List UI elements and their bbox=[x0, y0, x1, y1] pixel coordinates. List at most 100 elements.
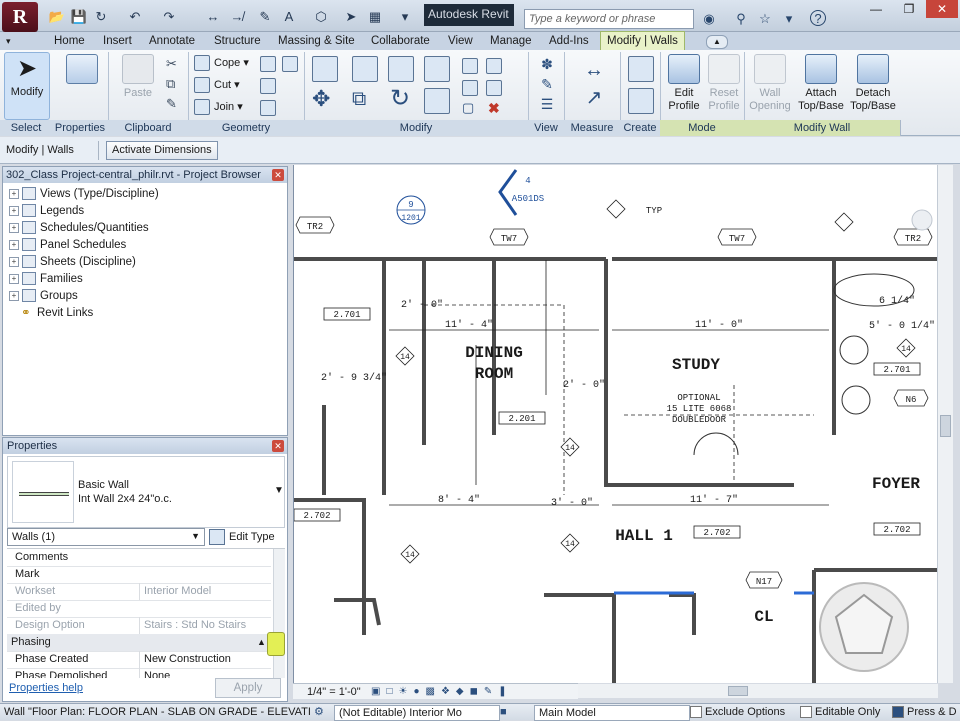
wall-joins-icon[interactable] bbox=[260, 78, 276, 94]
tab-collaborate[interactable]: Collaborate bbox=[371, 32, 430, 50]
type-selector[interactable]: Basic Wall Int Wall 2x4 24"o.c. ▼ bbox=[7, 456, 285, 528]
panel-title-clipboard[interactable]: Clipboard bbox=[108, 120, 189, 136]
mirror-draw-axis-icon[interactable] bbox=[424, 56, 450, 82]
mirror-pick-axis-icon[interactable] bbox=[388, 56, 414, 82]
panel-title-create[interactable]: Create bbox=[620, 120, 661, 136]
drawing-area[interactable]: DINING ROOM STUDY HALL 1 FOYER CL 11' - … bbox=[293, 165, 937, 683]
tab-modify-walls[interactable]: Modify | Walls bbox=[600, 31, 685, 50]
close-icon[interactable]: ✕ bbox=[272, 440, 284, 452]
redo-icon[interactable]: ↷ bbox=[160, 8, 178, 26]
steering-wheel-icon[interactable] bbox=[819, 582, 909, 672]
copy-element-icon[interactable]: ⧉ bbox=[352, 86, 366, 112]
measure-icon[interactable]: ↔ bbox=[204, 8, 222, 26]
tab-add-ins[interactable]: Add-Ins bbox=[549, 32, 589, 50]
property-row[interactable]: Workset Interior Model bbox=[7, 583, 271, 601]
view-scale[interactable]: 1/4" = 1'-0" bbox=[307, 684, 361, 700]
aligned-dim-icon[interactable]: ↗ bbox=[570, 84, 618, 112]
property-row[interactable]: Edited by bbox=[7, 600, 271, 618]
linework-icon[interactable]: ☰ bbox=[532, 94, 562, 114]
selection-filter-dropdown[interactable]: Walls (1) ▼ bbox=[7, 528, 205, 546]
create-similar-icon[interactable] bbox=[628, 56, 654, 82]
expand-icon[interactable]: + bbox=[9, 205, 19, 216]
tab-insert[interactable]: Insert bbox=[103, 32, 132, 50]
panel-title-geometry[interactable]: Geometry bbox=[188, 120, 305, 136]
delete-icon[interactable]: ✖ bbox=[488, 100, 500, 117]
array-icon[interactable] bbox=[486, 58, 502, 74]
ribbon-toggle-icon[interactable]: ▲ bbox=[706, 35, 728, 49]
exclude-options-checkbox[interactable]: Exclude Options bbox=[690, 704, 785, 720]
edit-type-button[interactable]: Edit Type bbox=[209, 528, 275, 546]
scroll-thumb[interactable] bbox=[728, 686, 748, 696]
activate-dimensions-button[interactable]: Activate Dimensions bbox=[106, 141, 218, 160]
active-design-option-dropdown[interactable]: Main Model bbox=[534, 705, 690, 721]
rotate-icon[interactable]: ↻ bbox=[390, 86, 410, 112]
switch-windows-icon[interactable]: ▦ bbox=[366, 8, 384, 26]
close-icon[interactable]: ✕ bbox=[926, 0, 958, 18]
join-button[interactable]: Join ▾ bbox=[194, 98, 243, 116]
apply-button[interactable]: Apply bbox=[215, 678, 281, 698]
expand-icon[interactable]: + bbox=[9, 239, 19, 250]
tag-icon[interactable]: ✎ bbox=[256, 8, 274, 26]
expand-icon[interactable]: + bbox=[9, 188, 19, 199]
property-row[interactable]: Design Option Stairs : Std No Stairs bbox=[7, 617, 271, 635]
chevron-down-icon[interactable]: ▼ bbox=[274, 485, 284, 496]
key-icon[interactable]: ⚲ bbox=[732, 10, 750, 28]
lightbulb-icon[interactable]: ✽ bbox=[532, 54, 562, 74]
sync-icon[interactable]: ↻ bbox=[92, 8, 110, 26]
active-workset-dropdown[interactable]: (Not Editable) Interior Mo bbox=[334, 705, 500, 721]
tree-item-schedules[interactable]: + Schedules/Quantities bbox=[9, 220, 149, 236]
cope-button[interactable]: Cope ▾ bbox=[194, 54, 249, 72]
panel-title-measure[interactable]: Measure bbox=[564, 120, 621, 136]
viewcube-icon[interactable] bbox=[911, 209, 933, 231]
property-row[interactable]: Mark bbox=[7, 566, 271, 584]
editable-only-checkbox[interactable]: Editable Only bbox=[800, 704, 880, 720]
scale-icon[interactable] bbox=[462, 80, 478, 96]
move-icon[interactable]: ✥ bbox=[312, 86, 330, 112]
star-icon[interactable]: ☆ bbox=[756, 10, 774, 28]
view-control-icons[interactable]: ▣□☀●▩❖◆◼✎❚ bbox=[371, 684, 513, 700]
expand-icon[interactable]: + bbox=[9, 290, 19, 301]
property-row[interactable]: Comments bbox=[7, 549, 271, 567]
worksets-icon[interactable]: ⚙ bbox=[314, 704, 324, 720]
expand-icon[interactable]: + bbox=[9, 273, 19, 284]
tab-annotate[interactable]: Annotate bbox=[149, 32, 195, 50]
tree-item-sheets[interactable]: + Sheets (Discipline) bbox=[9, 254, 136, 270]
trim-icon[interactable] bbox=[424, 88, 450, 114]
vertical-scrollbar[interactable] bbox=[937, 165, 953, 683]
align-icon[interactable] bbox=[312, 56, 338, 82]
panel-title-properties[interactable]: Properties bbox=[52, 120, 109, 136]
properties-button[interactable] bbox=[58, 52, 106, 118]
tab-massing-site[interactable]: Massing & Site bbox=[278, 32, 355, 50]
tree-item-views[interactable]: + Views (Type/Discipline) bbox=[9, 186, 159, 202]
edit-profile-button[interactable]: Edit Profile bbox=[664, 52, 704, 118]
press-drag-checkbox[interactable]: Press & D bbox=[892, 704, 957, 720]
tab-home[interactable]: Home bbox=[54, 32, 85, 50]
split-face-icon[interactable] bbox=[260, 56, 276, 72]
split-element-icon[interactable] bbox=[462, 58, 478, 74]
paste-button[interactable]: Paste bbox=[118, 52, 158, 118]
paint-icon[interactable] bbox=[282, 56, 298, 72]
minimize-icon[interactable]: — bbox=[860, 0, 892, 18]
pin-icon[interactable] bbox=[486, 80, 502, 96]
tree-item-families[interactable]: + Families bbox=[9, 271, 83, 287]
modify-button[interactable]: ➤ Modify bbox=[4, 52, 50, 120]
tree-item-groups[interactable]: + Groups bbox=[9, 288, 78, 304]
attach-top-base-button[interactable]: Attach Top/Base bbox=[796, 52, 846, 118]
scroll-thumb[interactable] bbox=[940, 415, 951, 437]
binoculars-icon[interactable]: ◉ bbox=[700, 10, 718, 28]
app-menu-button[interactable]: R bbox=[2, 2, 38, 32]
create-group-icon[interactable] bbox=[628, 88, 654, 114]
reset-profile-button[interactable]: Reset Profile bbox=[704, 52, 744, 118]
tree-item-panel-schedules[interactable]: + Panel Schedules bbox=[9, 237, 126, 253]
customize-toolbar-icon[interactable]: ▾ bbox=[396, 8, 414, 26]
copy-icon[interactable]: ⧉ bbox=[166, 74, 177, 94]
cut-button[interactable]: Cut ▾ bbox=[194, 76, 240, 94]
panel-title-modify-wall[interactable]: Modify Wall bbox=[744, 120, 901, 136]
offset-icon[interactable] bbox=[352, 56, 378, 82]
panel-title-modify[interactable]: Modify bbox=[304, 120, 529, 136]
collapse-icon[interactable]: ▲ bbox=[257, 634, 266, 651]
expand-icon[interactable]: + bbox=[9, 256, 19, 267]
detach-top-base-button[interactable]: Detach Top/Base bbox=[848, 52, 898, 118]
property-group-phasing[interactable]: Phasing ▲ bbox=[7, 634, 271, 652]
tree-item-legends[interactable]: + Legends bbox=[9, 203, 84, 219]
